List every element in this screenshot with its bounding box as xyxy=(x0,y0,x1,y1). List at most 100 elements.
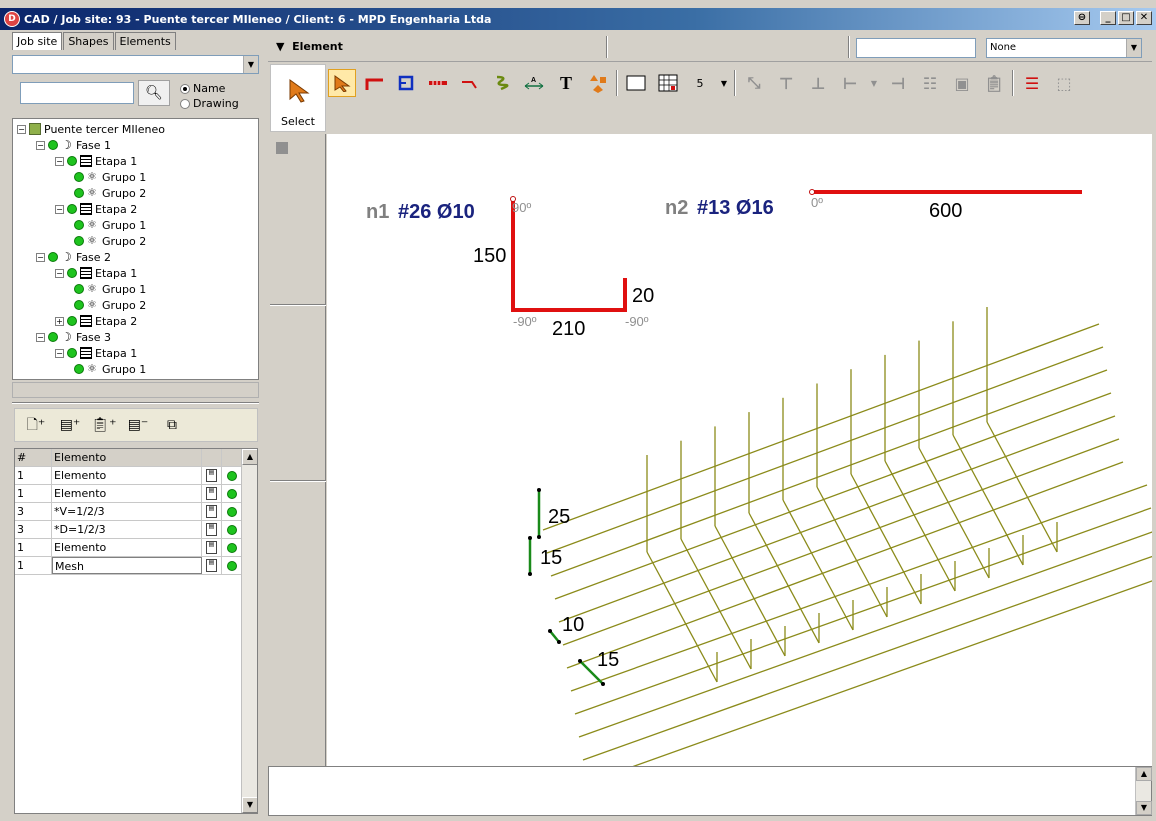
rectangle-icon[interactable] xyxy=(622,69,650,97)
select-area-icon[interactable]: ⬚ xyxy=(1050,69,1078,97)
chevron-down-icon[interactable]: ▼ xyxy=(243,56,258,73)
grid-scrollbar[interactable]: ▲ ▼ xyxy=(241,449,257,813)
clipboard-icon[interactable]: 📋︎ xyxy=(980,69,1008,97)
spiral-icon[interactable] xyxy=(488,69,516,97)
hook-bar-icon[interactable] xyxy=(456,69,484,97)
remove-element-icon[interactable]: ▤⁻ xyxy=(125,413,151,437)
bar-list-icon[interactable]: ☰ xyxy=(1018,69,1046,97)
tree-item[interactable]: ⚛ Grupo 2 xyxy=(74,233,146,249)
shapes-icon[interactable] xyxy=(584,69,612,97)
collapse-icon[interactable]: − xyxy=(17,124,26,134)
scroll-down-icon[interactable]: ▼ xyxy=(1136,801,1152,815)
drawing-canvas[interactable]: n1 #26 Ø10 90º 150 210 20 -90º -90º n2 #… xyxy=(327,134,1156,784)
trash-icon[interactable] xyxy=(276,142,288,154)
add-element-icon[interactable]: 🗋⁺ xyxy=(23,413,49,437)
tree-item[interactable]: ⚛ Grupo 1 xyxy=(74,281,146,297)
select-tool-button[interactable]: Select xyxy=(270,64,326,132)
collapse-icon[interactable]: − xyxy=(55,204,64,214)
maximize-button[interactable]: □ xyxy=(1118,11,1134,25)
dimension-icon[interactable]: A xyxy=(520,69,548,97)
collapse-icon[interactable]: − xyxy=(55,156,64,166)
scroll-up-icon[interactable]: ▲ xyxy=(242,449,257,465)
tab-shapes[interactable]: Shapes xyxy=(63,32,114,50)
tree-item[interactable]: − ☽ Fase 3 xyxy=(36,329,111,345)
tree-scrollbar[interactable] xyxy=(12,382,259,398)
tree-item[interactable]: ⚛ Grupo 2 xyxy=(74,297,146,313)
tree-item[interactable]: + Etapa 2 xyxy=(55,313,137,329)
move-icon[interactable]: ⤡ xyxy=(740,69,768,97)
table-row[interactable]: 3 *D=1/2/3 ▤ xyxy=(15,521,241,539)
straight-bar-icon[interactable] xyxy=(424,69,452,97)
tree-item[interactable]: ⚛ Grupo 1 xyxy=(74,169,146,185)
distribute-icon[interactable]: ☷ xyxy=(916,69,944,97)
add-clipboard-icon[interactable]: 📋︎⁺ xyxy=(91,413,117,437)
element-type-icon[interactable]: ▤ xyxy=(206,505,217,518)
align-bottom-icon[interactable]: ⊣ xyxy=(884,69,912,97)
search-input[interactable] xyxy=(20,82,134,104)
table-row[interactable]: 3 *V=1/2/3 ▤ xyxy=(15,503,241,521)
chevron-down-icon[interactable]: ▼ xyxy=(718,69,730,97)
resize-icon[interactable]: ⊖ xyxy=(1074,11,1090,25)
copy-elements-icon[interactable]: ⧉ xyxy=(159,413,185,437)
element-filter-select[interactable]: None ▼ xyxy=(986,38,1142,58)
close-button[interactable]: ✕ xyxy=(1136,11,1152,25)
table-row[interactable]: 1 Elemento ▤ xyxy=(15,539,241,557)
tree-item[interactable]: − Etapa 1 xyxy=(55,153,137,169)
drawing-svg[interactable]: n1 #26 Ø10 90º 150 210 20 -90º -90º n2 #… xyxy=(327,134,1156,784)
output-panel[interactable]: ▲ ▼ xyxy=(268,766,1152,816)
tree-item[interactable]: ⚛ Grupo 1 xyxy=(74,217,146,233)
add-shape-icon[interactable]: ▤⁺ xyxy=(57,413,83,437)
scroll-up-icon[interactable]: ▲ xyxy=(1136,767,1152,781)
element-type-icon[interactable]: ▤ xyxy=(206,523,217,536)
column-header-number[interactable]: # xyxy=(15,449,52,466)
align-left-icon[interactable]: ⊢ xyxy=(836,69,864,97)
number-selector[interactable]: 5 xyxy=(686,69,714,97)
table-row[interactable]: 1 Elemento ▤ xyxy=(15,485,241,503)
collapse-icon[interactable]: + xyxy=(55,316,64,326)
collapse-icon[interactable]: − xyxy=(36,332,45,342)
mesh-shape[interactable] xyxy=(542,307,1156,784)
element-dropdown[interactable]: ▼ Element xyxy=(276,40,343,53)
tree-item[interactable]: ⚛ Grupo 2 xyxy=(74,185,146,201)
radio-name[interactable]: Name xyxy=(180,82,225,95)
output-scrollbar[interactable]: ▲ ▼ xyxy=(1135,767,1152,815)
scroll-down-icon[interactable]: ▼ xyxy=(242,797,257,813)
tree-item[interactable]: ⚛ Grupo 1 xyxy=(74,361,146,377)
tab-job-site[interactable]: Job site xyxy=(12,32,63,50)
element-type-icon[interactable]: ▤ xyxy=(206,541,217,554)
tree-item[interactable]: − Etapa 1 xyxy=(55,345,137,361)
chevron-down-icon[interactable]: ▼ xyxy=(1126,39,1141,57)
tree-item[interactable]: − Etapa 2 xyxy=(55,201,137,217)
radio-drawing[interactable]: Drawing xyxy=(180,97,239,110)
chevron-down-icon[interactable]: ▼ xyxy=(868,69,880,97)
tree-item[interactable]: − ☽ Fase 2 xyxy=(36,249,111,265)
element-type-icon[interactable]: ▤ xyxy=(206,469,217,482)
table-row[interactable]: 1 Mesh ▤ xyxy=(15,557,241,575)
shape-n1-bar[interactable] xyxy=(511,200,627,312)
tree-item[interactable]: − ☽ Fase 1 xyxy=(36,137,111,153)
tree-item[interactable]: − Puente tercer MIleneo xyxy=(17,121,165,137)
select-arrow-icon[interactable] xyxy=(328,69,356,97)
collapse-icon[interactable]: − xyxy=(55,348,64,358)
text-tool-icon[interactable]: T xyxy=(552,69,580,97)
grid-mesh-icon[interactable] xyxy=(654,69,682,97)
collapse-icon[interactable]: − xyxy=(36,140,45,150)
search-button[interactable]: 🔍︎ xyxy=(138,80,170,106)
status-dot-icon xyxy=(74,364,84,374)
align-top-icon[interactable]: ⊤ xyxy=(772,69,800,97)
tab-elements[interactable]: Elements xyxy=(114,32,176,50)
element-type-icon[interactable]: ▤ xyxy=(206,559,217,572)
minimize-button[interactable]: _ xyxy=(1100,11,1116,25)
element-search-input[interactable] xyxy=(856,38,976,58)
element-type-icon[interactable]: ▤ xyxy=(206,487,217,500)
table-row[interactable]: 1 Elemento ▤ xyxy=(15,467,241,485)
collapse-icon[interactable]: − xyxy=(55,268,64,278)
jobsite-combo[interactable]: ▼ xyxy=(12,55,259,74)
tree-item[interactable]: − Etapa 1 xyxy=(55,265,137,281)
collapse-icon[interactable]: − xyxy=(36,252,45,262)
stirrup-icon[interactable] xyxy=(392,69,420,97)
frame-icon[interactable]: ▣ xyxy=(948,69,976,97)
column-header-element[interactable]: Elemento xyxy=(52,449,202,466)
bent-bar-icon[interactable] xyxy=(360,69,388,97)
align-middle-icon[interactable]: ⊥ xyxy=(804,69,832,97)
